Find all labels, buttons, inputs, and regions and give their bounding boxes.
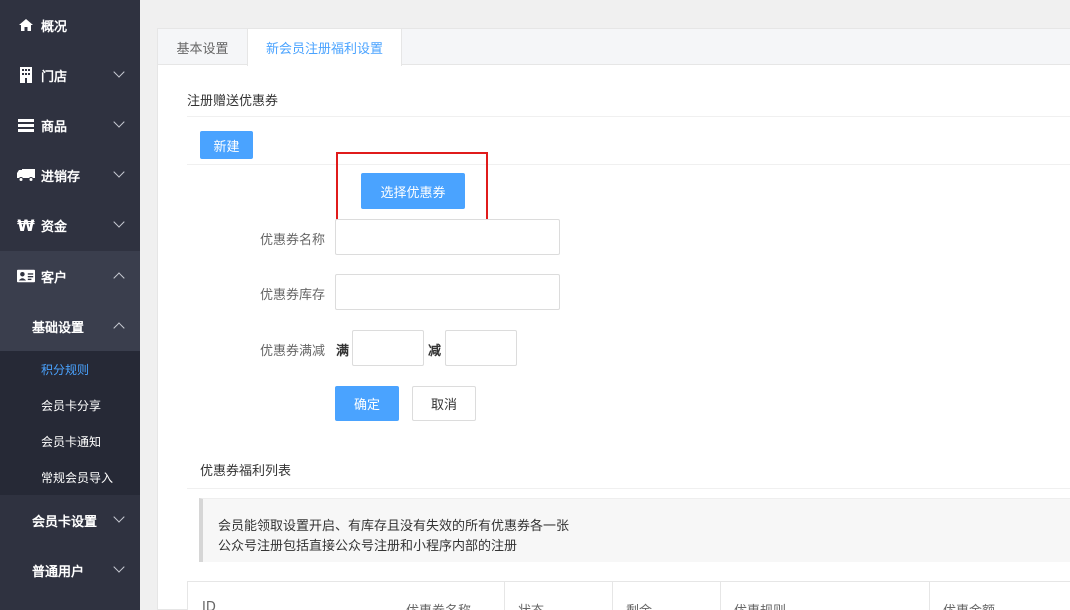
- new-button[interactable]: 新建: [200, 131, 253, 159]
- nav-inventory[interactable]: 进销存: [0, 150, 140, 200]
- column-divider: [720, 582, 721, 610]
- notice-box: 会员能领取设置开启、有库存且没有失效的所有优惠券各一张 公众号注册包括直接公众号…: [199, 498, 1070, 562]
- id-card-icon: [17, 267, 35, 285]
- leaf-member-import[interactable]: 常规会员导入: [41, 469, 113, 486]
- truck-icon: [17, 166, 35, 184]
- full-amount-input[interactable]: [352, 330, 424, 366]
- tab-bar: 基本设置 新会员注册福利设置: [158, 29, 1070, 66]
- divider: [187, 116, 1070, 117]
- minus-amount-input[interactable]: [445, 330, 517, 366]
- chevron-down-icon: [113, 66, 125, 78]
- sidebar: 概况 门店 商品 进销存 ₩ 资金 客户 基础设置 积分规则 会员卡分享 会员卡…: [0, 0, 140, 610]
- section-title-register-coupon: 注册赠送优惠券: [187, 94, 279, 109]
- column-divider: [929, 582, 930, 610]
- chevron-down-icon: [113, 561, 125, 573]
- divider: [187, 164, 1070, 165]
- th-discount-rule: 优惠规则: [734, 600, 786, 610]
- chevron-up-icon: [113, 272, 125, 284]
- th-status: 状态: [518, 600, 544, 610]
- th-id: ID: [202, 600, 216, 610]
- tab-new-member-benefits[interactable]: 新会员注册福利设置: [247, 29, 402, 66]
- leaf-card-notify[interactable]: 会员卡通知: [41, 433, 101, 450]
- leaf-card-share[interactable]: 会员卡分享: [41, 397, 101, 414]
- full-label: 满: [336, 344, 350, 359]
- chevron-down-icon: [113, 116, 125, 128]
- notice-line-1: 会员能领取设置开启、有库存且没有失效的所有优惠券各一张: [218, 519, 570, 534]
- nav-funds[interactable]: ₩ 资金: [0, 200, 140, 250]
- coupon-name-label: 优惠券名称: [259, 233, 325, 248]
- column-divider: [612, 582, 613, 610]
- nav-basic-settings[interactable]: 基础设置: [0, 301, 140, 351]
- leaf-list: 积分规则 会员卡分享 会员卡通知 常规会员导入: [0, 351, 140, 495]
- section-title-coupon-list: 优惠券福利列表: [200, 464, 292, 479]
- minus-label: 减: [428, 344, 442, 359]
- coupon-table-header: ID 优惠券名称 状态 剩余 优惠规则 优惠金额: [187, 581, 1070, 610]
- list-icon: [17, 116, 35, 134]
- nav-store[interactable]: 门店: [0, 50, 140, 100]
- nav-customer[interactable]: 客户: [0, 251, 140, 301]
- coupon-discount-label: 优惠券满减: [259, 344, 325, 359]
- notice-line-2: 公众号注册包括直接公众号注册和小程序内部的注册: [218, 539, 518, 554]
- chevron-down-icon: [113, 511, 125, 523]
- nav-goods[interactable]: 商品: [0, 100, 140, 150]
- coupon-stock-label: 优惠券库存: [259, 288, 325, 303]
- nav-normal-users[interactable]: 普通用户: [0, 545, 140, 595]
- main-area: 基本设置 新会员注册福利设置 注册赠送优惠券 新建 选择优惠券 优惠券名称 优惠…: [140, 0, 1070, 610]
- tab-basic-settings[interactable]: 基本设置: [158, 29, 247, 65]
- th-remaining: 剩余: [626, 600, 652, 610]
- won-icon: ₩: [17, 215, 35, 235]
- divider: [187, 488, 1070, 489]
- select-coupon-button[interactable]: 选择优惠券: [361, 173, 465, 209]
- nav-overview[interactable]: 概况: [0, 0, 140, 50]
- coupon-stock-input[interactable]: [335, 274, 560, 310]
- building-icon: [17, 66, 35, 84]
- column-divider: [504, 582, 505, 610]
- chevron-up-icon: [113, 322, 125, 334]
- confirm-button[interactable]: 确定: [335, 386, 399, 421]
- leaf-points-rules[interactable]: 积分规则: [41, 361, 89, 378]
- coupon-name-input[interactable]: [335, 219, 560, 255]
- th-coupon-name: 优惠券名称: [406, 600, 471, 610]
- chevron-down-icon: [113, 166, 125, 178]
- chevron-down-icon: [113, 216, 125, 228]
- cancel-button[interactable]: 取消: [412, 386, 476, 421]
- th-discount-amount: 优惠金额: [943, 600, 995, 610]
- nav-card-settings[interactable]: 会员卡设置: [0, 495, 140, 545]
- home-icon: [17, 16, 35, 34]
- content-panel: 基本设置 新会员注册福利设置 注册赠送优惠券 新建 选择优惠券 优惠券名称 优惠…: [157, 28, 1070, 610]
